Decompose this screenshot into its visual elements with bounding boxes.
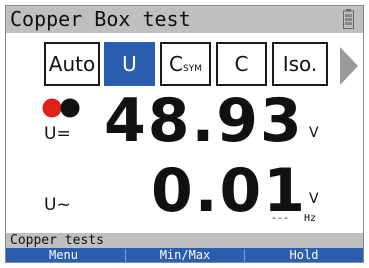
tab-label: Auto [48,52,96,76]
dc-voltage-value: 48.93 [104,86,304,156]
status-text: Copper tests [10,233,104,248]
status-bar: Copper tests [6,233,363,248]
min-max-button[interactable]: Min/Max [126,248,244,262]
tab-label: C [234,52,249,76]
dc-voltage-label: U= [44,124,71,144]
menu-button[interactable]: Menu [6,248,121,262]
tab-c-sym[interactable]: C SYM [160,42,211,86]
tab-label: Iso. [282,52,318,76]
tab-label: C [169,52,183,76]
connection-indicator-icon [42,98,80,118]
device-screen: Copper Box test Auto U C SYM C Iso. U= 48 [5,5,364,263]
tab-iso[interactable]: Iso. [272,42,328,86]
tab-u[interactable]: U [104,42,155,86]
page-title: Copper Box test [10,7,191,31]
ac-voltage-label: U~ [44,195,71,215]
chevron-right-icon[interactable] [340,47,358,85]
tab-sub-label: SYM [182,64,202,74]
tab-c[interactable]: C [216,42,267,86]
battery-icon [343,9,354,29]
tab-label: U [122,52,137,76]
title-bar: Copper Box test [6,6,363,33]
ac-voltage-unit: V [309,191,319,207]
frequency-value: --- [271,213,290,224]
softkey-bar: Menu Min/Max Hold [6,248,363,262]
hold-button[interactable]: Hold [245,248,363,262]
tab-auto[interactable]: Auto [44,42,100,86]
dc-voltage-unit: V [309,125,319,141]
frequency-unit: Hz [304,213,317,224]
